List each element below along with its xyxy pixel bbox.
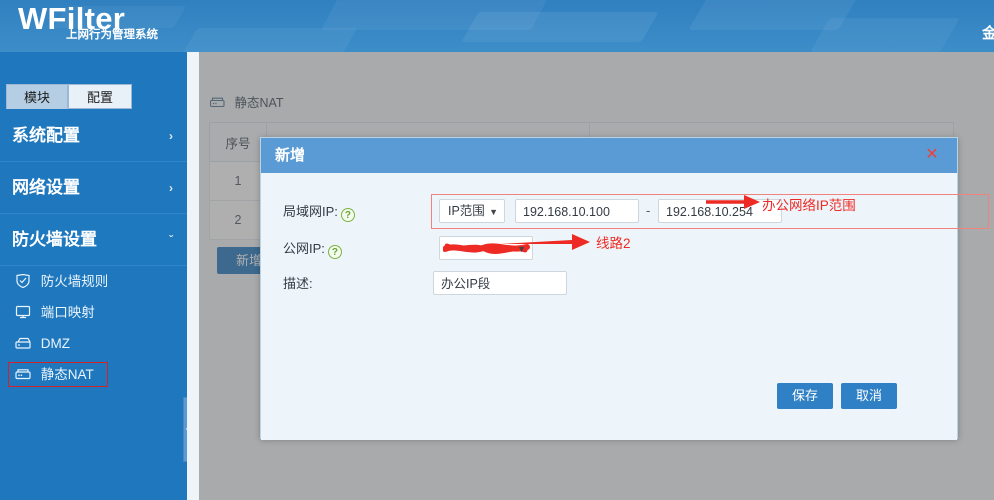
sidebar-rail bbox=[187, 52, 199, 500]
sidebar-item-port-mapping[interactable]: 端口映射 bbox=[0, 297, 187, 328]
sidebar-item-dmz[interactable]: DMZ bbox=[0, 328, 187, 359]
chevron-down-icon: ˇ bbox=[169, 214, 173, 266]
lan-ip-label-text: 局域网IP: bbox=[283, 204, 338, 219]
cancel-button[interactable]: 取消 bbox=[841, 383, 897, 409]
lan-ip-label: 局域网IP:? bbox=[283, 199, 391, 225]
lan-ip-type-value: IP范围 bbox=[448, 204, 485, 218]
field-row-description: 描述: 办公IP段 bbox=[283, 271, 943, 297]
sidebar-item-firewall-rules[interactable]: 防火墙规则 bbox=[0, 266, 187, 297]
annotation-label-1: 办公网络IP范围 bbox=[762, 194, 856, 214]
header-decoration bbox=[461, 12, 658, 42]
dialog-title: 新增 bbox=[275, 138, 305, 173]
lan-ip-type-select[interactable]: IP范围 ▼ bbox=[439, 199, 505, 223]
sidebar-group-label: 网络设置 bbox=[12, 178, 80, 197]
tab-settings[interactable]: 配置 bbox=[68, 84, 132, 109]
dialog-button-row: 保存 取消 bbox=[261, 383, 959, 409]
app-header: WFilter 上网行为管理系统 金 bbox=[0, 0, 994, 52]
lan-ip-start-input[interactable]: 192.168.10.100 bbox=[515, 199, 639, 223]
chevron-down-icon: ▼ bbox=[489, 200, 498, 224]
sidebar-group-label: 系统配置 bbox=[12, 126, 80, 145]
annotation-label-2: 线路2 bbox=[596, 232, 631, 252]
close-icon[interactable]: ✕ bbox=[923, 146, 941, 164]
header-right-label: 金 bbox=[982, 22, 994, 42]
sidebar-item-system-config[interactable]: 系统配置 › bbox=[0, 110, 187, 162]
sidebar: 模块 配置 系统配置 › 网络设置 › 防火墙设置 ˇ 防火墙规则 端口映射 bbox=[0, 52, 187, 500]
server-icon bbox=[14, 330, 32, 344]
sidebar-item-network-settings[interactable]: 网络设置 › bbox=[0, 162, 187, 214]
sidebar-group-label: 防火墙设置 bbox=[12, 230, 97, 249]
range-separator: - bbox=[646, 199, 650, 223]
sidebar-nav: 系统配置 › 网络设置 › 防火墙设置 ˇ 防火墙规则 端口映射 bbox=[0, 110, 187, 390]
wan-ip-label-text: 公网IP: bbox=[283, 241, 325, 256]
server-icon bbox=[14, 361, 32, 375]
save-button[interactable]: 保存 bbox=[777, 383, 833, 409]
description-label: 描述: bbox=[283, 271, 391, 297]
header-decoration bbox=[182, 28, 357, 52]
sidebar-sub-label: DMZ bbox=[41, 336, 70, 351]
description-input[interactable]: 办公IP段 bbox=[433, 271, 567, 295]
help-icon[interactable]: ? bbox=[328, 245, 342, 259]
sidebar-item-firewall-settings[interactable]: 防火墙设置 ˇ bbox=[0, 214, 187, 266]
wan-ip-label: 公网IP:? bbox=[283, 236, 391, 262]
chevron-right-icon: › bbox=[169, 162, 173, 214]
add-nat-dialog: 新增 ✕ 局域网IP:? IP范围 ▼ 192.168.10.100 - 192… bbox=[260, 137, 958, 439]
sidebar-sub-label: 端口映射 bbox=[41, 305, 95, 320]
annotation-arrow-1 bbox=[706, 192, 760, 212]
help-icon[interactable]: ? bbox=[341, 208, 355, 222]
header-decoration bbox=[810, 18, 960, 52]
sidebar-item-static-nat[interactable]: 静态NAT bbox=[0, 359, 187, 390]
annotation-arrow-2 bbox=[500, 231, 590, 253]
tab-modules[interactable]: 模块 bbox=[6, 84, 68, 109]
chevron-right-icon: › bbox=[169, 110, 173, 162]
sidebar-tabbar: 模块 配置 bbox=[0, 84, 187, 110]
monitor-icon bbox=[14, 299, 32, 313]
shield-icon bbox=[14, 268, 32, 282]
dialog-title-bar: 新增 ✕ bbox=[261, 138, 957, 173]
sidebar-sub-label: 防火墙规则 bbox=[41, 274, 109, 289]
brand-subtitle: 上网行为管理系统 bbox=[66, 26, 158, 42]
